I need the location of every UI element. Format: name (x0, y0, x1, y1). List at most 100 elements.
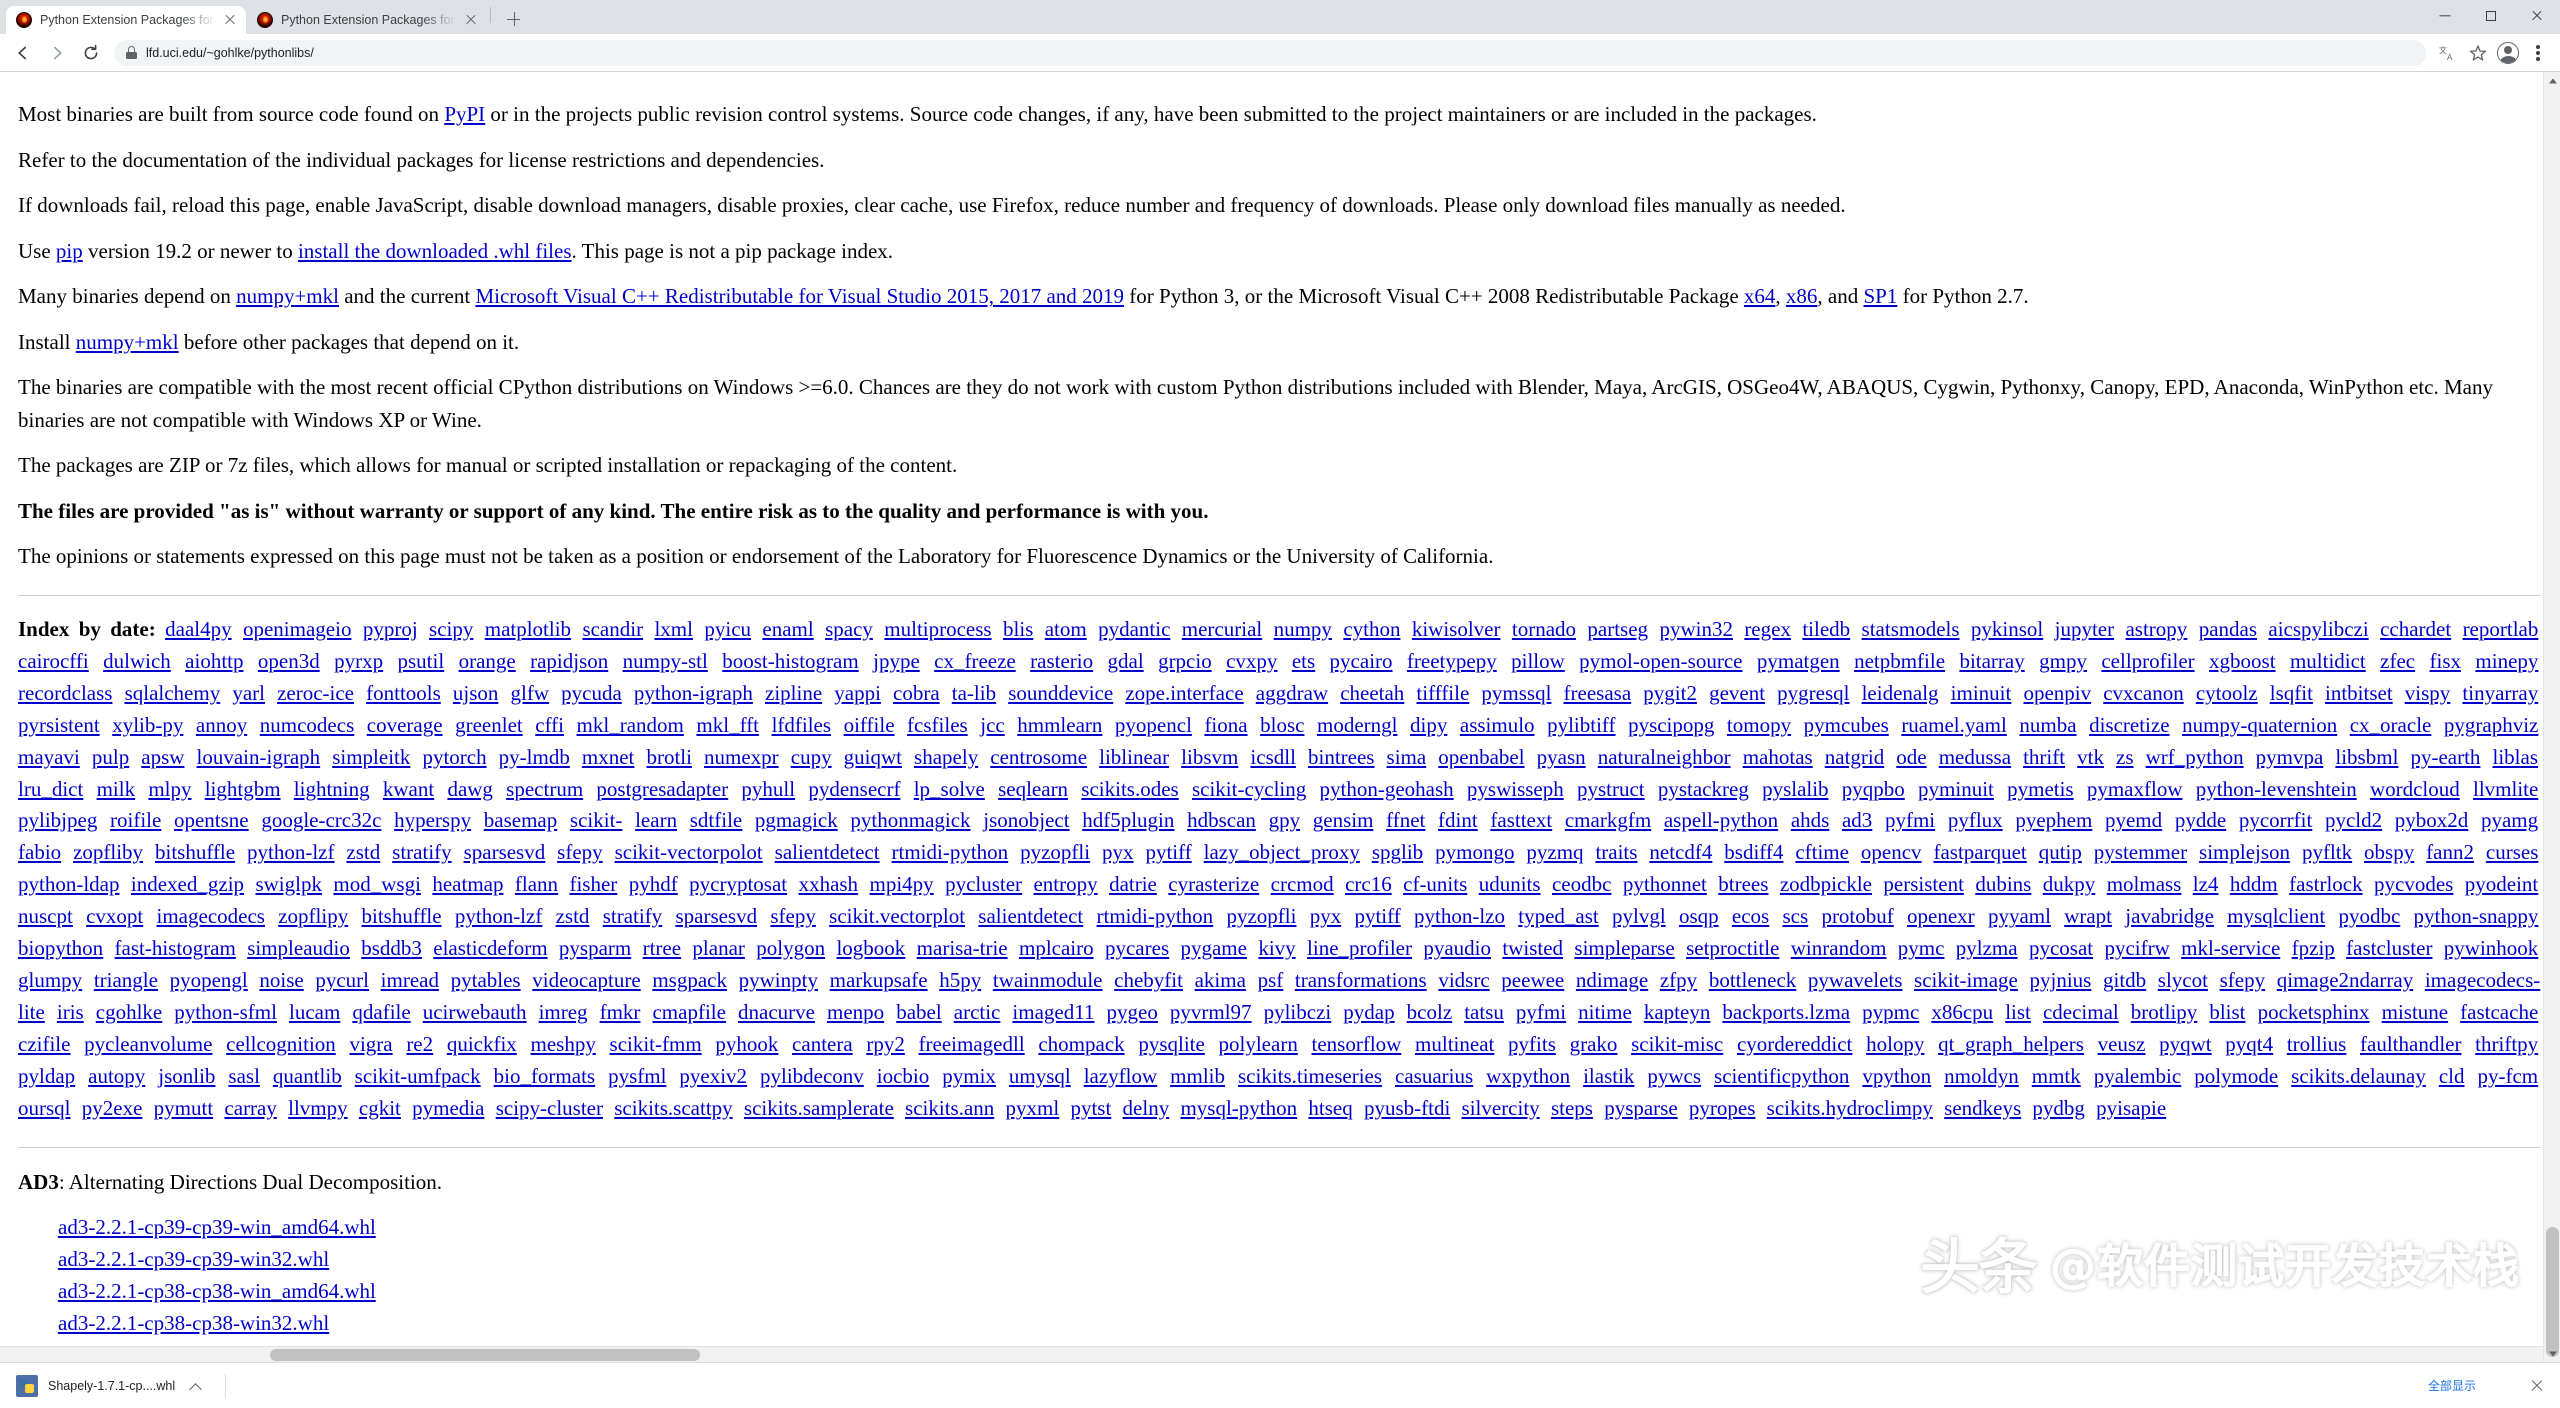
index-package-link[interactable]: pylibtiff (1547, 713, 1615, 737)
index-package-link[interactable]: hmmlearn (1017, 713, 1102, 737)
index-package-link[interactable]: autopy (88, 1064, 145, 1088)
index-package-link[interactable]: ceodbc (1552, 872, 1611, 896)
index-package-link[interactable]: pyvrml97 (1170, 1000, 1252, 1024)
index-package-link[interactable]: nmoldyn (1944, 1064, 2019, 1088)
index-package-link[interactable]: zfpy (1660, 968, 1697, 992)
index-package-link[interactable]: curses (2486, 840, 2538, 864)
index-package-link[interactable]: holopy (1866, 1032, 1924, 1056)
inline-link[interactable]: numpy+mkl (236, 284, 339, 308)
index-package-link[interactable]: pycvodes (2374, 872, 2453, 896)
index-package-link[interactable]: bitshuffle (155, 840, 235, 864)
index-package-link[interactable]: scikit-vectorpolot (615, 840, 763, 864)
index-package-link[interactable]: msgpack (652, 968, 727, 992)
index-package-link[interactable]: ndimage (1576, 968, 1648, 992)
index-package-link[interactable]: pulp (92, 745, 129, 769)
index-package-link[interactable]: sfepy (2220, 968, 2266, 992)
index-package-link[interactable]: iocbio (877, 1064, 930, 1088)
index-package-link[interactable]: thriftpy (2475, 1032, 2538, 1056)
index-package-link[interactable]: hdbscan (1187, 808, 1256, 832)
index-package-link[interactable]: h5py (939, 968, 981, 992)
index-package-link[interactable]: pyldap (18, 1064, 75, 1088)
index-package-link[interactable]: mkl_random (577, 713, 684, 737)
index-package-link[interactable]: bitarray (1959, 649, 2024, 673)
index-package-link[interactable]: reportlab (2463, 617, 2539, 641)
index-package-link[interactable]: pytables (451, 968, 521, 992)
index-package-link[interactable]: pybox2d (2395, 808, 2469, 832)
index-package-link[interactable]: javabridge (2125, 904, 2214, 928)
index-package-link[interactable]: entropy (1033, 872, 1097, 896)
address-bar[interactable]: lfd.uci.edu/~gohlke/pythonlibs/ (114, 39, 2426, 66)
index-package-link[interactable]: rasterio (1030, 649, 1093, 673)
index-package-link[interactable]: zeroc-ice (277, 681, 354, 705)
index-package-link[interactable]: shapely (914, 745, 978, 769)
index-package-link[interactable]: rtmidi-python (1097, 904, 1214, 928)
index-package-link[interactable]: sparsesvd (675, 904, 757, 928)
index-package-link[interactable]: fabio (18, 840, 61, 864)
index-package-link[interactable]: openbabel (1438, 745, 1524, 769)
index-package-link[interactable]: bio_formats (494, 1064, 595, 1088)
index-package-link[interactable]: akima (1195, 968, 1246, 992)
index-package-link[interactable]: molmass (2107, 872, 2182, 896)
index-package-link[interactable]: babel (896, 1000, 941, 1024)
show-all-downloads-link[interactable]: 全部显示 (2428, 1377, 2516, 1394)
index-package-link[interactable]: pysqlite (1138, 1032, 1205, 1056)
minimize-button[interactable] (2422, 0, 2468, 32)
index-package-link[interactable]: medussa (1939, 745, 2011, 769)
index-package-link[interactable]: iris (57, 1000, 84, 1024)
index-package-link[interactable]: sdtfile (690, 808, 743, 832)
index-package-link[interactable]: centrosome (990, 745, 1087, 769)
index-package-link[interactable]: zopfliby (73, 840, 143, 864)
index-package-link[interactable]: boost-histogram (722, 649, 859, 673)
index-package-link[interactable]: cobra (893, 681, 940, 705)
index-package-link[interactable]: cyrasterize (1168, 872, 1259, 896)
index-package-link[interactable]: pycares (1105, 936, 1169, 960)
index-package-link[interactable]: pystackreg (1658, 777, 1749, 801)
browser-tab-0[interactable]: Python Extension Packages for Windows - … (6, 6, 246, 34)
horizontal-scroll-thumb[interactable] (270, 1349, 700, 1361)
vertical-scrollbar[interactable] (2543, 72, 2560, 1362)
index-package-link[interactable]: wordcloud (2370, 777, 2460, 801)
index-package-link[interactable]: pylibdeconv (760, 1064, 864, 1088)
index-package-link[interactable]: ucirwebauth (423, 1000, 527, 1024)
index-package-link[interactable]: brotli (646, 745, 692, 769)
index-package-link[interactable]: jpype (873, 649, 920, 673)
index-package-link[interactable]: pyqwt (2159, 1032, 2212, 1056)
index-package-link[interactable]: numexpr (704, 745, 779, 769)
index-package-link[interactable]: pocketsphinx (2258, 1000, 2370, 1024)
index-package-link[interactable]: scikit.vectorplot (829, 904, 965, 928)
index-package-link[interactable]: bsddb3 (361, 936, 422, 960)
index-package-link[interactable]: grpcio (1158, 649, 1212, 673)
index-package-link[interactable]: wxpython (1486, 1064, 1570, 1088)
index-package-link[interactable]: cellcognition (226, 1032, 336, 1056)
index-package-link[interactable]: apsw (141, 745, 184, 769)
index-package-link[interactable]: pyzmq (1526, 840, 1583, 864)
index-package-link[interactable]: cftime (1795, 840, 1849, 864)
index-package-link[interactable]: python-sfml (174, 1000, 277, 1024)
index-package-link[interactable]: scandir (582, 617, 643, 641)
index-package-link[interactable]: pyx (1102, 840, 1134, 864)
index-package-link[interactable]: umysql (1009, 1064, 1071, 1088)
index-package-link[interactable]: list (2005, 1000, 2031, 1024)
index-package-link[interactable]: pysparm (559, 936, 631, 960)
index-package-link[interactable]: fastrlock (2289, 872, 2362, 896)
inline-link[interactable]: PyPI (444, 102, 485, 126)
index-package-link[interactable]: oursql (18, 1096, 71, 1120)
wheel-download-link[interactable]: ad3-2.2.1-cp38-cp38-win32.whl (58, 1311, 329, 1335)
index-package-link[interactable]: learn (635, 808, 677, 832)
index-package-link[interactable]: vigra (349, 1032, 392, 1056)
index-package-link[interactable]: partseg (1587, 617, 1648, 641)
index-package-link[interactable]: mlpy (148, 777, 191, 801)
index-package-link[interactable]: pygit2 (1643, 681, 1697, 705)
index-package-link[interactable]: pyopencl (1115, 713, 1192, 737)
index-package-link[interactable]: pyalembic (2094, 1064, 2181, 1088)
index-package-link[interactable]: iminuit (1951, 681, 2012, 705)
index-package-link[interactable]: fann2 (2426, 840, 2474, 864)
index-package-link[interactable]: twisted (1502, 936, 1563, 960)
index-package-link[interactable]: pyephem (2015, 808, 2092, 832)
index-package-link[interactable]: pymedia (412, 1096, 484, 1120)
index-package-link[interactable]: kivy (1258, 936, 1295, 960)
inline-link[interactable]: Microsoft Visual C++ Redistributable for… (475, 284, 1124, 308)
index-package-link[interactable]: pygraphviz (2444, 713, 2538, 737)
index-package-link[interactable]: pyusb-ftdi (1364, 1096, 1450, 1120)
index-package-link[interactable]: tornado (1512, 617, 1576, 641)
